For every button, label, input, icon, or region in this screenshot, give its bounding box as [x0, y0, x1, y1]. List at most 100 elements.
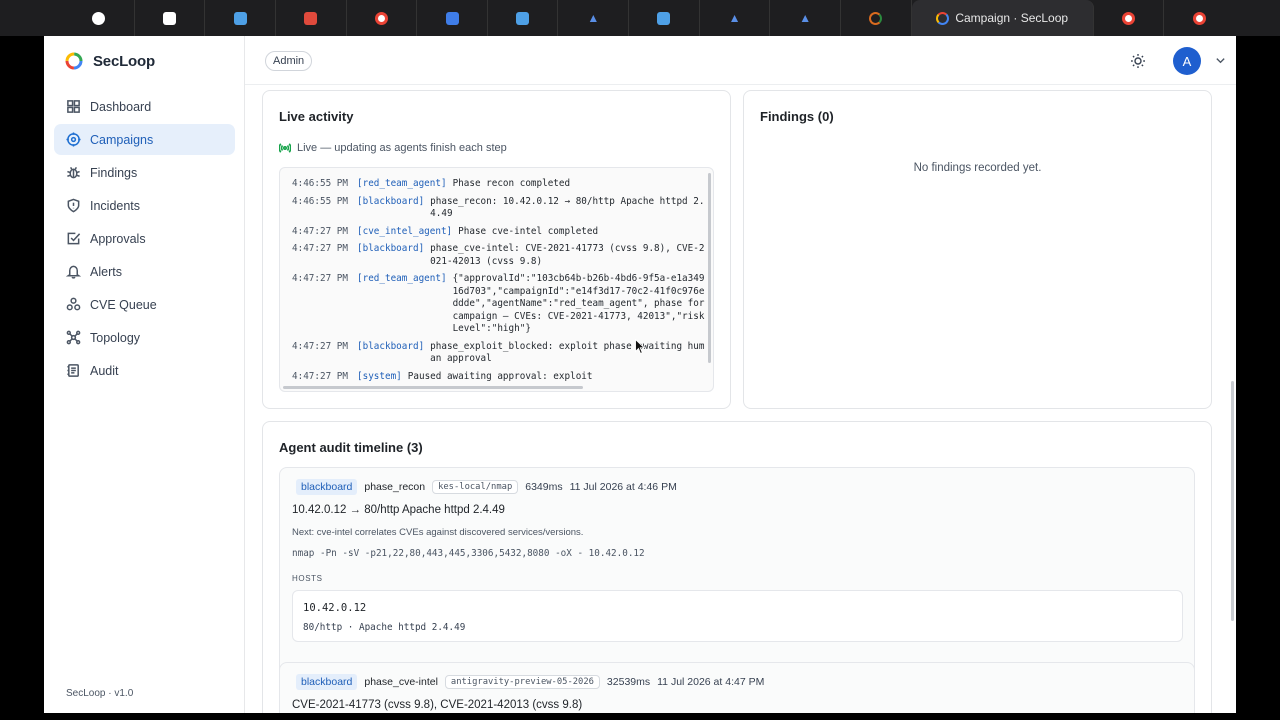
- app-window: SecLoop Dashboard Campaigns Findings Inc…: [44, 36, 1236, 713]
- bell-icon: [66, 265, 81, 279]
- sidebar-item-incidents[interactable]: Incidents: [54, 190, 235, 221]
- active-tab-title: Campaign · SecLoop: [955, 11, 1069, 25]
- browser-tab[interactable]: ▲: [558, 0, 630, 36]
- tool-pill: kes-local/nmap: [432, 480, 519, 494]
- sidebar-item-label: Topology: [90, 330, 141, 345]
- browser-tab[interactable]: [347, 0, 418, 36]
- sidebar-item-alerts[interactable]: Alerts: [54, 256, 235, 287]
- target-icon: [66, 132, 81, 147]
- live-status-text: Live — updating as agents finish each st…: [297, 142, 507, 154]
- log-message: Paused awaiting approval: exploit: [407, 370, 593, 382]
- s-app-icon: [233, 11, 247, 25]
- avatar[interactable]: A: [1173, 47, 1201, 75]
- sidebar-item-label: Findings: [90, 165, 138, 180]
- s-app-icon: [516, 11, 530, 25]
- browser-tab[interactable]: [417, 0, 488, 36]
- browser-tab[interactable]: [64, 0, 135, 36]
- grid-icon: [67, 100, 80, 113]
- tool-pill: antigravity-preview-05-2026: [444, 675, 600, 689]
- sidebar-item-label: Audit: [90, 363, 119, 378]
- live-status: Live — updating as agents finish each st…: [279, 142, 507, 154]
- sidebar-item-approvals[interactable]: Approvals: [54, 223, 235, 254]
- sidebar-item-findings[interactable]: Findings: [54, 157, 235, 188]
- topology-icon: [66, 330, 81, 345]
- phase-name: phase_cve-intel: [364, 676, 438, 688]
- log-message: phase_cve-intel: CVE-2021-41773 (cvss 9.…: [430, 243, 705, 267]
- page-scrollbar[interactable]: [1231, 381, 1234, 621]
- browser-tab[interactable]: [205, 0, 276, 36]
- a-app-icon: ▲: [587, 11, 600, 25]
- brand[interactable]: SecLoop: [64, 51, 155, 71]
- browser-tab[interactable]: ▲: [700, 0, 771, 36]
- timeline-entry: blackboard phase_cve-intel antigravity-p…: [279, 662, 1195, 713]
- sidebar-item-topology[interactable]: Topology: [54, 322, 235, 353]
- audit-icon: [67, 364, 79, 377]
- browser-tab[interactable]: ▲: [770, 0, 842, 36]
- log-message: {"approvalId":"103cb64b-b26b-4bd6-9f5a-e…: [452, 273, 705, 334]
- sun-icon[interactable]: [1130, 53, 1146, 69]
- log-time: 4:47:27 PM: [292, 243, 348, 254]
- sidebar-item-label: CVE Queue: [90, 297, 157, 312]
- entry-summary: CVE-2021-41773 (cvss 9.8), CVE-2021-4201…: [292, 699, 583, 711]
- log-entry: 4:47:27 PM [system] Paused awaiting approv…: [292, 371, 707, 384]
- browser-tab-active[interactable]: Campaign · SecLoop: [911, 0, 1094, 36]
- log-time: 4:46:55 PM: [292, 195, 348, 207]
- broadcast-icon: [279, 143, 291, 153]
- browser-tab[interactable]: [629, 0, 700, 36]
- source-tag: blackboard: [296, 479, 358, 495]
- log-vertical-scrollbar[interactable]: [708, 173, 711, 363]
- timestamp: 11 Jul 2026 at 4:47 PM: [657, 676, 765, 688]
- log-agent: [cve_intel_agent]: [357, 225, 453, 237]
- sidebar-item-label: Campaigns: [90, 132, 154, 147]
- log-message: Phase recon completed: [452, 178, 571, 189]
- entry-summary: 10.42.0.12 → 80/http Apache httpd 2.4.49: [292, 504, 505, 516]
- activity-log-scroll[interactable]: 4:46:55 PM [red_team_agent] Phase recon co…: [280, 168, 707, 391]
- a-app-icon: ▲: [799, 11, 812, 25]
- sidebar-item-cve-queue[interactable]: CVE Queue: [54, 289, 235, 320]
- docs-icon: [445, 11, 459, 25]
- activity-log[interactable]: 4:46:55 PM [red_team_agent] Phase recon co…: [279, 167, 714, 392]
- role-badge: Admin: [265, 51, 313, 71]
- log-time: 4:47:27 PM: [292, 225, 348, 237]
- sidebar-item-campaigns[interactable]: Campaigns: [54, 124, 235, 155]
- log-horizontal-scrollbar[interactable]: [283, 386, 583, 389]
- browser-tab[interactable]: [276, 0, 347, 36]
- google-icon: [374, 11, 388, 25]
- a-app-icon: ▲: [728, 11, 741, 25]
- log-time: 4:47:27 PM: [292, 273, 348, 284]
- log-agent: [blackboard]: [357, 340, 425, 352]
- brand-name: SecLoop: [93, 52, 155, 70]
- sidebar-item-label: Approvals: [90, 231, 146, 246]
- mouse-cursor-icon: [635, 339, 645, 355]
- log-agent: [blackboard]: [357, 195, 425, 207]
- source-tag: blackboard: [296, 674, 358, 690]
- browser-tab[interactable]: [488, 0, 559, 36]
- nodes-icon: [66, 297, 81, 311]
- log-time: 4:47:27 PM: [292, 340, 348, 352]
- github-icon: [92, 11, 106, 25]
- google-icon: [1192, 11, 1206, 25]
- log-message: phase_recon: 10.42.0.12 → 80/http Apache…: [430, 195, 705, 220]
- host-ip: 10.42.0.12: [303, 602, 367, 614]
- browser-tab[interactable]: [1094, 0, 1165, 36]
- sidebar-item-label: Alerts: [90, 264, 122, 279]
- sidebar-item-dashboard[interactable]: Dashboard: [54, 91, 235, 122]
- shield-icon: [67, 198, 80, 213]
- chevron-down-icon[interactable]: [1215, 55, 1226, 66]
- sidebar-item-audit[interactable]: Audit: [54, 355, 235, 386]
- findings-card: Findings (0) No findings recorded yet.: [743, 90, 1212, 409]
- log-message: phase_exploit_blocked: exploit phase awa…: [430, 340, 705, 365]
- log-agent: [red_team_agent]: [357, 178, 447, 189]
- browser-tab[interactable]: [1164, 0, 1234, 36]
- browser-tab[interactable]: [135, 0, 206, 36]
- sidebar-item-label: Dashboard: [90, 99, 152, 114]
- browser-tab[interactable]: [841, 0, 912, 36]
- timestamp: 11 Jul 2026 at 4:46 PM: [569, 481, 677, 493]
- log-agent: [blackboard]: [357, 243, 425, 254]
- host-card: 10.42.0.12 80/http · Apache httpd 2.4.49: [292, 590, 1183, 642]
- log-entry: 4:47:27 PM [cve_intel_agent] Phase cve-int…: [292, 226, 707, 239]
- log-entry: 4:46:55 PM [red_team_agent] Phase recon co…: [292, 178, 707, 191]
- sidebar: SecLoop Dashboard Campaigns Findings Inc…: [44, 36, 245, 713]
- bug-icon: [67, 167, 80, 179]
- sidebar-nav: Dashboard Campaigns Findings Incidents A…: [54, 91, 235, 388]
